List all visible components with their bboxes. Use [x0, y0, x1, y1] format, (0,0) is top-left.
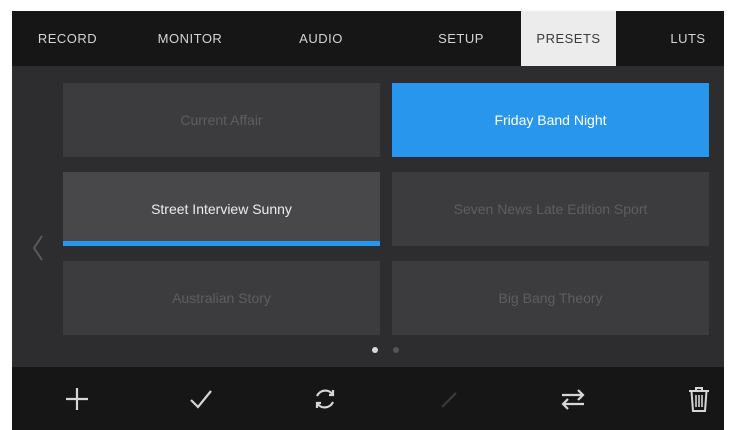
preset-tile[interactable]: Street Interview Sunny	[63, 172, 380, 246]
pencil-icon	[432, 382, 466, 416]
tab-audio[interactable]: AUDIO	[280, 11, 362, 66]
transfer-arrows-icon[interactable]	[556, 382, 590, 416]
trash-icon[interactable]	[682, 382, 716, 416]
tab-record[interactable]: RECORD	[20, 11, 115, 66]
tab-luts[interactable]: LUTS	[658, 11, 718, 66]
refresh-icon[interactable]	[308, 382, 342, 416]
tab-setup[interactable]: SETUP	[406, 11, 516, 66]
tab-presets[interactable]: PRESETS	[521, 11, 616, 66]
bottom-toolbar	[12, 367, 724, 430]
focus-underline	[63, 241, 380, 246]
preset-tile[interactable]: Big Bang Theory	[392, 261, 709, 335]
checkmark-icon[interactable]	[184, 382, 218, 416]
preset-tile[interactable]: Australian Story	[63, 261, 380, 335]
page-indicator-dot-active	[372, 347, 378, 353]
preset-tile[interactable]: Current Affair	[63, 83, 380, 157]
chevron-left-icon[interactable]	[30, 233, 46, 263]
plus-icon[interactable]	[60, 382, 94, 416]
preset-tile[interactable]: Friday Band Night	[392, 83, 709, 157]
tab-monitor[interactable]: MONITOR	[134, 11, 246, 66]
page-indicator-dot	[393, 347, 399, 353]
tab-bar: RECORD MONITOR AUDIO SETUP PRESETS LUTS	[12, 11, 724, 66]
presets-screen: RECORD MONITOR AUDIO SETUP PRESETS LUTS …	[12, 11, 724, 430]
preset-tile[interactable]: Seven News Late Edition Sport	[392, 172, 709, 246]
